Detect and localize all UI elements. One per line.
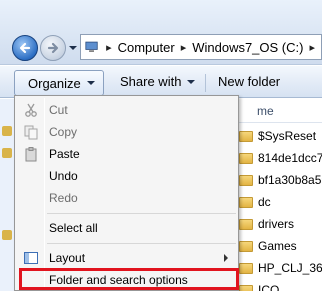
menu-item-label: Redo xyxy=(49,191,78,205)
computer-icon xyxy=(85,41,98,52)
toolbar-divider xyxy=(205,74,206,92)
organize-menu: Cut Copy Paste Undo Redo Select all Layo… xyxy=(14,95,239,291)
organize-button[interactable]: Organize xyxy=(14,70,104,96)
breadcrumb-drive[interactable]: Windows7_OS (C:) xyxy=(192,40,303,55)
menu-separator xyxy=(47,243,236,244)
breadcrumb-separator[interactable]: ▸ xyxy=(309,41,315,54)
menu-item-label: Select all xyxy=(49,221,98,235)
menu-separator xyxy=(47,213,236,214)
folder-icon xyxy=(239,130,253,142)
menu-item-label: Cut xyxy=(49,103,68,117)
chevron-down-icon xyxy=(69,46,77,50)
folder-icon[interactable] xyxy=(2,230,12,240)
menu-item-label: Undo xyxy=(49,169,78,183)
list-item[interactable]: drivers xyxy=(237,213,322,235)
chevron-down-icon xyxy=(86,81,95,85)
organize-label: Organize xyxy=(28,75,81,91)
breadcrumb-separator[interactable]: ▸ xyxy=(106,41,112,54)
list-item[interactable]: HP_CLJ_3600_I xyxy=(237,257,322,279)
breadcrumb-computer[interactable]: Computer xyxy=(118,40,175,55)
menu-item-paste[interactable]: Paste xyxy=(17,143,236,165)
folder-icon xyxy=(239,240,253,252)
share-with-button[interactable]: Share with xyxy=(120,74,196,89)
folder-icon[interactable] xyxy=(2,126,12,136)
share-with-label: Share with xyxy=(120,74,182,89)
copy-icon xyxy=(24,125,38,140)
column-header-name[interactable]: me xyxy=(237,99,322,123)
file-name: Games xyxy=(258,239,297,253)
arrow-left-icon xyxy=(19,42,31,54)
folder-icon xyxy=(239,152,253,164)
file-name: dc xyxy=(258,195,271,209)
highlight-box xyxy=(19,268,239,290)
folder-icon xyxy=(239,174,253,186)
list-item[interactable]: $SysReset xyxy=(237,125,322,147)
folder-icon xyxy=(239,196,253,208)
recent-pages-button[interactable] xyxy=(68,42,78,52)
menu-item-select-all[interactable]: Select all xyxy=(17,217,236,239)
file-name: $SysReset xyxy=(258,129,317,143)
list-item[interactable]: 814de1dcc77ca xyxy=(237,147,322,169)
file-list: me $SysReset 814de1dcc77ca bf1a30b8a598c… xyxy=(237,99,322,291)
menu-item-cut[interactable]: Cut xyxy=(17,99,236,121)
list-item[interactable]: bf1a30b8a598c xyxy=(237,169,322,191)
back-button[interactable] xyxy=(12,35,38,61)
menu-item-layout[interactable]: Layout xyxy=(17,247,236,269)
folder-icon[interactable] xyxy=(2,148,12,158)
menu-item-label: Copy xyxy=(49,125,78,139)
new-folder-button[interactable]: New folder xyxy=(218,74,280,89)
layout-icon xyxy=(24,252,38,264)
list-item[interactable]: Games xyxy=(237,235,322,257)
chevron-down-icon xyxy=(187,79,196,84)
file-name: HP_CLJ_3600_I xyxy=(258,261,322,275)
file-name: bf1a30b8a598c xyxy=(258,173,322,187)
arrow-right-icon xyxy=(47,42,59,54)
list-item[interactable]: ICO xyxy=(237,279,322,291)
forward-button[interactable] xyxy=(40,35,66,61)
breadcrumb-separator[interactable]: ▸ xyxy=(181,41,187,54)
address-bar[interactable]: ▸ Computer ▸ Windows7_OS (C:) ▸ xyxy=(80,34,322,60)
scissors-icon xyxy=(25,103,37,117)
folder-icon xyxy=(239,262,253,274)
menu-item-label: Paste xyxy=(49,147,80,161)
file-name: drivers xyxy=(258,217,295,231)
navigation-pane xyxy=(0,99,14,291)
file-name: ICO xyxy=(258,283,280,291)
paste-icon xyxy=(25,147,37,162)
menu-item-undo[interactable]: Undo xyxy=(17,165,236,187)
menu-item-copy[interactable]: Copy xyxy=(17,121,236,143)
file-name: 814de1dcc77ca xyxy=(258,151,322,165)
menu-item-redo[interactable]: Redo xyxy=(17,187,236,209)
menu-item-label: Layout xyxy=(49,251,86,265)
submenu-arrow-icon xyxy=(224,254,228,262)
folder-icon xyxy=(239,218,253,230)
folder-icon xyxy=(239,284,253,291)
list-item[interactable]: dc xyxy=(237,191,322,213)
